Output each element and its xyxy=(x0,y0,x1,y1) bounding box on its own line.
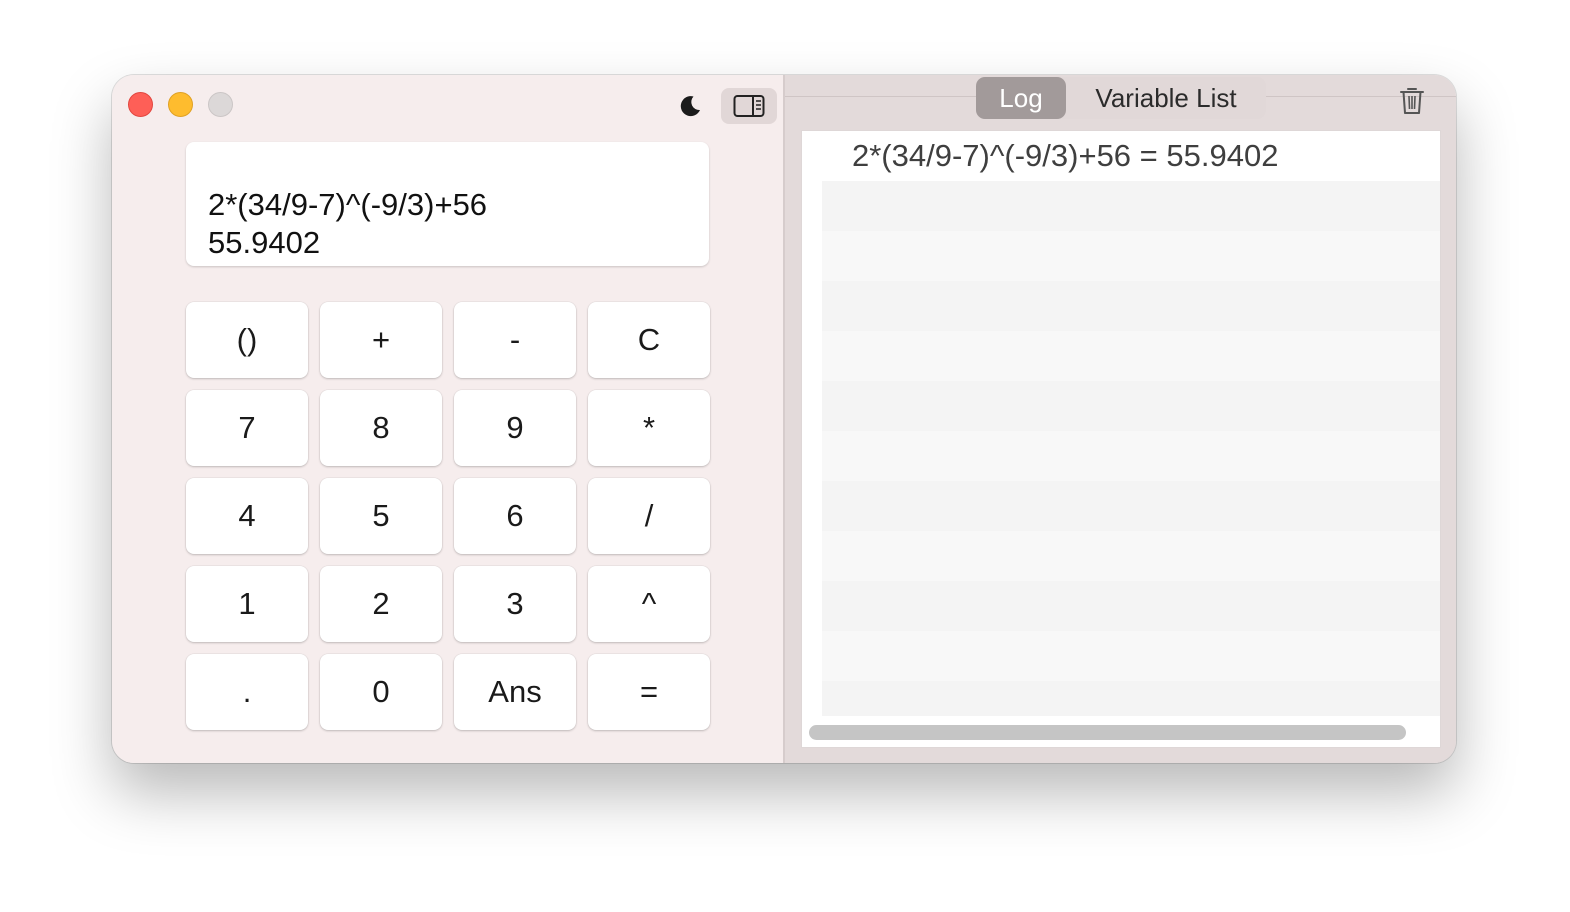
moon-icon xyxy=(680,96,700,117)
empty-log-row xyxy=(822,631,1440,681)
sidebar-toggle-icon xyxy=(733,95,765,117)
calculator-pane: 2*(34/9-7)^(-9/3)+56 55.9402 () + - C 7 … xyxy=(112,75,783,763)
empty-log-row xyxy=(822,581,1440,631)
key-8[interactable]: 8 xyxy=(320,390,442,466)
key-minus[interactable]: - xyxy=(454,302,576,378)
calculator-display: 2*(34/9-7)^(-9/3)+56 55.9402 xyxy=(186,142,709,266)
key-3[interactable]: 3 xyxy=(454,566,576,642)
clear-log-button[interactable] xyxy=(1396,85,1428,117)
key-divide[interactable]: / xyxy=(588,478,710,554)
dark-mode-toggle[interactable] xyxy=(675,91,705,121)
key-multiply[interactable]: * xyxy=(588,390,710,466)
key-power[interactable]: ^ xyxy=(588,566,710,642)
keypad: () + - C 7 8 9 * 4 5 6 / 1 2 3 ^ . 0 Ans… xyxy=(186,302,710,730)
tab-variable-list[interactable]: Variable List xyxy=(1066,77,1266,119)
panel-tabs: Log Variable List xyxy=(976,77,1266,119)
key-plus[interactable]: + xyxy=(320,302,442,378)
calculator-window: 2*(34/9-7)^(-9/3)+56 55.9402 () + - C 7 … xyxy=(112,75,1456,763)
key-equals[interactable]: = xyxy=(588,654,710,730)
empty-log-row xyxy=(822,481,1440,531)
zoom-button xyxy=(208,92,233,117)
sidebar-toggle-button[interactable] xyxy=(721,88,777,124)
log-list: 2*(34/9-7)^(-9/3)+56 = 55.9402 xyxy=(801,130,1441,748)
key-0[interactable]: 0 xyxy=(320,654,442,730)
trash-icon xyxy=(1400,88,1424,114)
side-panel: Log Variable List 2*(34/9-7)^(-9/3)+56 =… xyxy=(785,75,1456,763)
empty-log-row xyxy=(822,681,1440,716)
empty-log-row xyxy=(822,381,1440,431)
key-5[interactable]: 5 xyxy=(320,478,442,554)
key-9[interactable]: 9 xyxy=(454,390,576,466)
key-7[interactable]: 7 xyxy=(186,390,308,466)
log-entry[interactable]: 2*(34/9-7)^(-9/3)+56 = 55.9402 xyxy=(802,131,1440,181)
key-clear[interactable]: C xyxy=(588,302,710,378)
horizontal-scrollbar[interactable] xyxy=(809,725,1406,740)
expression-text: 2*(34/9-7)^(-9/3)+56 xyxy=(208,187,488,222)
tab-log[interactable]: Log xyxy=(976,77,1066,119)
key-ans[interactable]: Ans xyxy=(454,654,576,730)
empty-log-row xyxy=(822,431,1440,481)
key-2[interactable]: 2 xyxy=(320,566,442,642)
close-button[interactable] xyxy=(128,92,153,117)
key-6[interactable]: 6 xyxy=(454,478,576,554)
empty-log-row xyxy=(822,281,1440,331)
empty-log-row xyxy=(822,231,1440,281)
empty-log-row xyxy=(822,531,1440,581)
key-1[interactable]: 1 xyxy=(186,566,308,642)
key-4[interactable]: 4 xyxy=(186,478,308,554)
empty-log-row xyxy=(822,331,1440,381)
minimize-button[interactable] xyxy=(168,92,193,117)
key-parentheses[interactable]: () xyxy=(186,302,308,378)
key-decimal[interactable]: . xyxy=(186,654,308,730)
empty-log-row xyxy=(822,181,1440,231)
result-text: 55.9402 xyxy=(208,225,321,260)
